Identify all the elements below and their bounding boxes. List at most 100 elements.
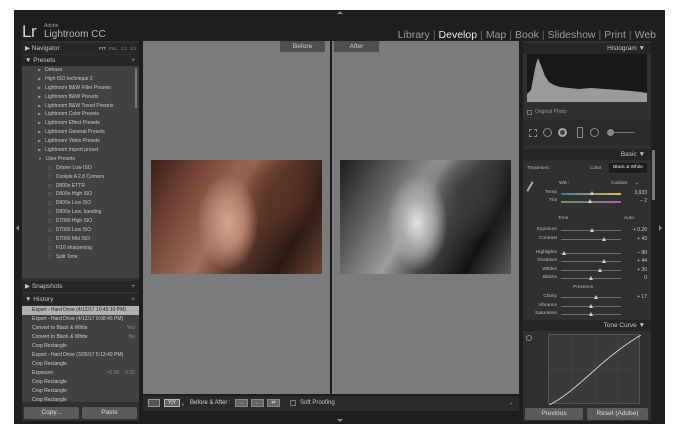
history-item[interactable]: Crop Rectangle [22,387,139,396]
view-dropdown-icon[interactable]: ▼ [181,402,185,407]
spot-removal-icon[interactable] [543,128,552,137]
whites-slider-thumb[interactable] [598,268,602,272]
before-after-view-icon[interactable]: Y|Y [164,399,180,407]
zoom-option[interactable]: 1:1 [121,46,127,51]
preset-item[interactable]: ▢ D7000 Mid ISO [22,235,139,244]
soft-proofing-checkbox[interactable] [290,400,296,406]
histogram-header[interactable]: Histogram ▼ [523,43,651,54]
preset-item[interactable]: ▢ D7000 Low ISO [22,226,139,235]
add-preset-icon[interactable]: + [131,55,135,66]
contrast-value[interactable]: + 43 [623,236,647,242]
auto-tone-button[interactable]: Auto [624,216,634,221]
left-panel-toggle-icon[interactable] [16,225,19,231]
history-item[interactable]: Crop Rectangle [22,360,139,369]
module-slideshow[interactable]: Slideshow [545,29,599,41]
preset-item[interactable]: ▢ Ortone Low ISO [22,164,139,173]
tone-curve-header[interactable]: Tone Curve ▼ [523,320,651,331]
navigator-zoom-options[interactable]: FIT FILL 1:1 3:1 [99,43,139,54]
right-panel-scrollbar[interactable] [652,150,655,200]
history-item[interactable]: Exposure +0.05 0.20 [22,369,139,378]
history-item[interactable]: Crop Rectangle [22,378,139,387]
zoom-option[interactable]: FILL [109,46,118,51]
history-item[interactable]: Convert to Black & White No [22,333,139,342]
crop-tool-icon[interactable] [529,129,537,137]
module-develop[interactable]: Develop [436,29,481,41]
wb-dropdown-icon[interactable]: ▼ [635,181,639,186]
swap-before-after-icon[interactable]: ⇄ [267,399,280,407]
bottom-panel-toggle-icon[interactable] [337,419,343,422]
copy-button[interactable]: Copy... [24,407,79,419]
copy-before-to-after-icon[interactable]: → [235,399,248,407]
highlights-slider-thumb[interactable] [562,251,566,255]
top-panel-toggle-icon[interactable] [337,11,343,14]
loupe-view-icon[interactable] [148,399,160,407]
right-panel-toggle-icon[interactable] [659,225,662,231]
highlights-slider-track[interactable] [561,253,621,254]
zoom-option[interactable]: 3:1 [130,46,136,51]
preset-item[interactable]: ▢ D800e Low ISO [22,199,139,208]
clarity-value[interactable]: + 17 [623,294,647,300]
treatment-color-option[interactable]: Color [590,166,601,171]
graduated-filter-icon[interactable] [577,127,583,138]
preset-folder[interactable]: ▶ High ISO technique 2 [22,75,139,84]
exposure-slider-thumb[interactable] [590,228,595,232]
blacks-value[interactable]: 0 [623,275,647,281]
contrast-slider-track[interactable] [561,239,621,240]
tint-slider-thumb[interactable] [588,199,593,203]
preset-folder[interactable]: ▶ Lightroom B&W Toned Presets [22,102,139,111]
temp-slider-thumb[interactable] [590,191,595,195]
clarity-slider-track[interactable] [561,297,621,298]
original-photo-checkbox[interactable] [527,110,532,115]
history-item[interactable]: Export - Hard Drive (4/12/17 9:08:46 PM) [22,315,139,324]
history-item[interactable]: Crop Rectangle [22,342,139,351]
preset-item[interactable]: ▢ D800e Low, banding [22,208,139,217]
paste-button[interactable]: Paste [82,407,137,419]
red-eye-icon[interactable] [558,128,567,137]
preset-item[interactable]: ▢ Split Tone [22,253,139,262]
presets-scrollbar[interactable] [135,68,137,108]
preset-item[interactable]: ▢ F/16 sharpening [22,244,139,253]
preset-folder[interactable]: ▶ Lightroom Video Presets [22,137,139,146]
reset-button[interactable]: Reset (Adobe) [587,408,648,420]
tone-curve-graph[interactable] [548,334,642,406]
preset-folder[interactable]: ▼ User Presets [22,155,139,164]
vibrance-slider-thumb[interactable] [589,304,593,308]
toolbar-menu-icon[interactable]: ▼ [509,401,513,406]
preset-folder[interactable]: ▶ Lightroom B&W Presets [22,93,139,102]
history-item[interactable]: Convert to Black & White Yes [22,324,139,333]
module-library[interactable]: Library [395,29,433,41]
shadows-slider-track[interactable] [561,261,621,262]
temp-value[interactable]: 3,933 [623,190,647,196]
module-print[interactable]: Print [601,29,629,41]
add-snapshot-icon[interactable]: + [131,281,135,292]
module-web[interactable]: Web [632,29,659,41]
saturation-slider-thumb[interactable] [589,312,593,316]
preset-folder[interactable]: ▶ Lightroom Effect Presets [22,119,139,128]
clarity-slider-thumb[interactable] [593,295,598,299]
preset-item[interactable]: ▢ D800e High ISO [22,190,139,199]
history-header[interactable]: ▼ History × [22,294,139,305]
history-item[interactable]: Export - Hard Drive (4/12/17 10:45:10 PM… [22,306,139,315]
exposure-value[interactable]: + 0.20 [623,227,647,233]
preset-item[interactable]: ▢ Coolpix A 2.8 Corners [22,173,139,182]
basic-header[interactable]: Basic ▼ [523,149,651,160]
copy-after-to-before-icon[interactable]: ← [251,399,264,407]
history-item[interactable]: Crop Rectangle [22,396,139,405]
module-map[interactable]: Map [483,29,509,41]
preset-folder[interactable]: ▶ Lightroom B&W Filter Presets [22,84,139,93]
whites-value[interactable]: + 30 [623,267,647,273]
shadows-slider-thumb[interactable] [602,259,607,263]
shadows-value[interactable]: + 44 [623,258,647,264]
zoom-option[interactable]: FIT [99,46,106,51]
preset-folder[interactable]: ▶ Lightroom Import preset [22,146,139,155]
preset-folder[interactable]: ▶ Lightroom Color Presets [22,110,139,119]
whites-slider-track[interactable] [561,270,621,271]
contrast-slider-thumb[interactable] [601,237,606,241]
preset-folder[interactable]: ▶ Lightroom General Presets [22,128,139,137]
tone-curve-target-icon[interactable] [526,335,532,341]
snapshots-header[interactable]: ▶ Snapshots + [22,281,139,292]
preset-item[interactable]: ▢ D800e ETTR [22,182,139,191]
tint-value[interactable]: – 2 [623,198,647,204]
wb-value[interactable]: Custom [611,181,628,186]
preset-item[interactable]: ▢ D7000 High ISO [22,217,139,226]
